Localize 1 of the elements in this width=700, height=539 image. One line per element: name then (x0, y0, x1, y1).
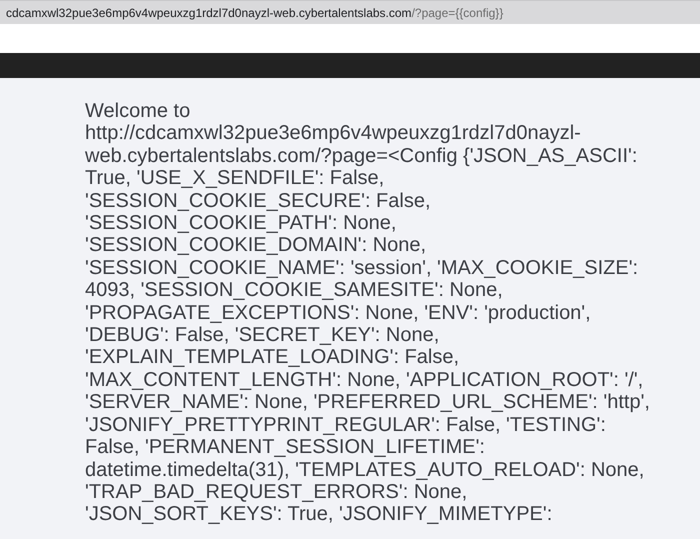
welcome-message: Welcome to http://cdcamxwl32pue3e6mp6v4wpeuxzg1rdzl7d0nayzl-web.cybertalentslabs.com/?page=<Config {'JSON_AS_ASCII': True, 'USE_X_SENDFILE': False, 'SESSION_COOKIE_SECURE': False, 'SESSION_COOKIE_PATH': None, 'SESSION_COOKIE_DOMAIN': None, 'SESSION_COOKIE_NAME': 'session', 'MAX_COOKIE_SIZE': 4093, 'SESSION_COOKIE_SAMESITE': None, 'PROPAGATE_EXCEPTIONS': None, 'ENV': 'production', 'DEBUG': False, 'SECRET_KEY': None, 'EXPLAIN_TEMPLATE_LOADING': False, 'MAX_CONTENT_LENGTH': None, 'APPLICATION_ROOT': '/', 'SERVER_NAME': None, 'PREFERRED_URL_SCHEME': 'http', 'JSONIFY_PRETTYPRINT_REGULAR': False, 'TESTING': False, 'PERMANENT_SESSION_LIFETIME': datetime.timedelta(31), 'TEMPLATES_AUTO_RELOAD': None, 'TRAP_BAD_REQUEST_ERRORS': None, 'JSON_SORT_KEYS': True, 'JSONIFY_MIMETYPE': (85, 100, 651, 526)
